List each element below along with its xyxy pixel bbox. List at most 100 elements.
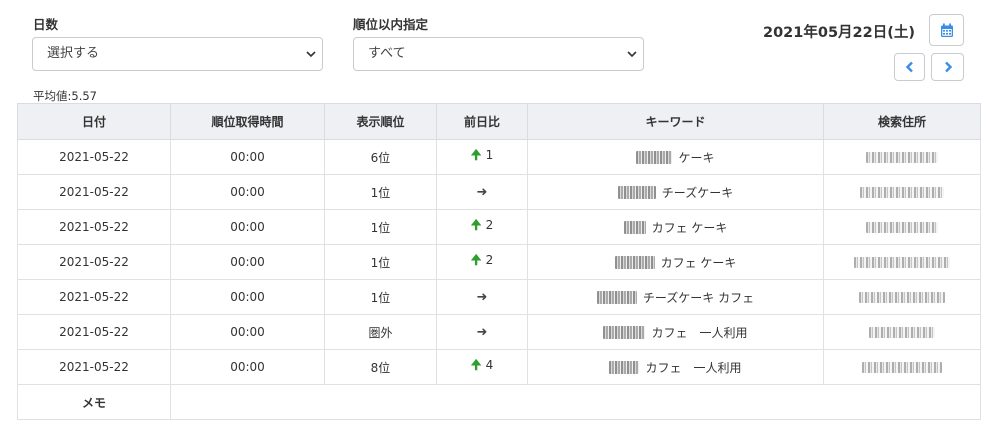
arrow-up-icon: 🠉 <box>470 253 482 268</box>
keyword-text: ケーキ <box>678 150 715 165</box>
redacted-text <box>596 290 637 304</box>
cell-date: 2021-05-22 <box>17 279 171 315</box>
arrow-up-icon: 🠉 <box>470 218 482 233</box>
cell-date: 2021-05-22 <box>17 314 171 350</box>
memo-content[interactable] <box>170 384 981 420</box>
prev-date-button[interactable] <box>894 53 925 81</box>
cell-rank: 1位 <box>324 244 437 280</box>
calendar-icon <box>940 23 953 37</box>
arrow-right-icon: ➜ <box>476 184 488 200</box>
chevron-left-icon <box>905 61 913 73</box>
cell-date: 2021-05-22 <box>17 349 171 385</box>
cell-address <box>823 139 981 175</box>
cell-time: 00:00 <box>170 349 325 385</box>
redacted-address <box>866 222 938 233</box>
table-row: 2021-05-22 00:00 1位 ➜ チーズケーキ カフェ <box>17 279 981 315</box>
cell-time: 00:00 <box>170 279 325 315</box>
cell-change: 🠉 1 <box>436 139 528 175</box>
cell-keyword: チーズケーキ <box>527 174 824 210</box>
days-select-value: 選択する <box>47 46 100 61</box>
chevron-down-icon <box>306 51 316 58</box>
cell-time: 00:00 <box>170 139 325 175</box>
arrow-right-icon: ➜ <box>476 324 488 340</box>
cell-address <box>823 279 981 315</box>
memo-row: メモ <box>17 384 981 420</box>
redacted-text <box>614 255 655 269</box>
table-header-row: 日付 順位取得時間 表示順位 前日比 キーワード 検索住所 <box>17 103 981 140</box>
table-row: 2021-05-22 00:00 1位 ➜ チーズケーキ <box>17 174 981 210</box>
keyword-text: カフェ 一人利用 <box>651 325 748 340</box>
keyword-text: カフェ ケーキ <box>651 220 728 235</box>
cell-change: ➜ <box>436 279 528 315</box>
cell-rank: 1位 <box>324 174 437 210</box>
cell-address <box>823 209 981 245</box>
cell-keyword: カフェ ケーキ <box>527 209 824 245</box>
cell-change: 🠉 4 <box>436 349 528 385</box>
change-value: 2 <box>485 218 494 232</box>
cell-time: 00:00 <box>170 209 325 245</box>
cell-keyword: カフェ 一人利用 <box>527 314 824 350</box>
redacted-text <box>617 185 656 199</box>
cell-keyword: カフェ ケーキ <box>527 244 824 280</box>
redacted-address <box>860 187 944 198</box>
col-header-rank: 表示順位 <box>324 103 437 140</box>
redacted-address <box>854 257 950 268</box>
cell-address <box>823 349 981 385</box>
cell-change: ➜ <box>436 314 528 350</box>
redacted-address <box>869 327 935 338</box>
cell-keyword: カフェ 一人利用 <box>527 349 824 385</box>
days-select[interactable]: 選択する <box>32 37 323 71</box>
col-header-address: 検索住所 <box>823 103 981 140</box>
col-header-fetch-time: 順位取得時間 <box>170 103 325 140</box>
rank-limit-select[interactable]: すべて <box>353 37 644 71</box>
rank-limit-label: 順位以内指定 <box>353 17 429 32</box>
memo-label: メモ <box>17 384 171 420</box>
cell-change: 🠉 2 <box>436 209 528 245</box>
next-date-button[interactable] <box>931 53 964 81</box>
cell-time: 00:00 <box>170 314 325 350</box>
redacted-text <box>623 220 646 234</box>
arrow-up-icon: 🠉 <box>470 358 482 373</box>
redacted-text <box>636 150 673 164</box>
redacted-text <box>603 325 646 339</box>
cell-keyword: チーズケーキ カフェ <box>527 279 824 315</box>
rank-limit-select-value: すべて <box>368 46 406 61</box>
chevron-right-icon <box>944 61 952 73</box>
cell-rank: 6位 <box>324 139 437 175</box>
cell-date: 2021-05-22 <box>17 139 171 175</box>
calendar-button[interactable] <box>929 14 964 46</box>
cell-time: 00:00 <box>170 174 325 210</box>
redacted-address <box>866 152 938 163</box>
redacted-address <box>862 362 942 373</box>
cell-time: 00:00 <box>170 244 325 280</box>
table-row: 2021-05-22 00:00 1位 🠉 2 カフェ ケーキ <box>17 209 981 245</box>
table-row: 2021-05-22 00:00 6位 🠉 1 ケーキ <box>17 139 981 175</box>
keyword-text: カフェ ケーキ <box>660 255 737 270</box>
arrow-right-icon: ➜ <box>476 289 488 305</box>
arrow-up-icon: 🠉 <box>470 148 482 163</box>
table-row: 2021-05-22 00:00 1位 🠉 2 カフェ ケーキ <box>17 244 981 280</box>
change-value: 2 <box>485 253 494 267</box>
cell-rank: 1位 <box>324 279 437 315</box>
cell-date: 2021-05-22 <box>17 244 171 280</box>
change-value: 4 <box>485 358 494 372</box>
chevron-down-icon <box>627 51 637 58</box>
ranking-table: 日付 順位取得時間 表示順位 前日比 キーワード 検索住所 2021-05-22… <box>17 103 981 420</box>
table-row: 2021-05-22 00:00 圏外 ➜ カフェ 一人利用 <box>17 314 981 350</box>
keyword-text: チーズケーキ カフェ <box>642 290 755 305</box>
cell-address <box>823 174 981 210</box>
cell-rank: 1位 <box>324 209 437 245</box>
cell-address <box>823 314 981 350</box>
cell-rank: 8位 <box>324 349 437 385</box>
cell-date: 2021-05-22 <box>17 209 171 245</box>
days-label: 日数 <box>33 17 59 32</box>
change-value: 1 <box>485 148 494 162</box>
col-header-date: 日付 <box>17 103 171 140</box>
cell-change: ➜ <box>436 174 528 210</box>
cell-address <box>823 244 981 280</box>
redacted-text <box>609 360 640 374</box>
keyword-text: チーズケーキ <box>661 185 734 200</box>
table-row: 2021-05-22 00:00 8位 🠉 4 カフェ 一人利用 <box>17 349 981 385</box>
col-header-keyword: キーワード <box>527 103 824 140</box>
keyword-text: カフェ 一人利用 <box>645 360 742 375</box>
